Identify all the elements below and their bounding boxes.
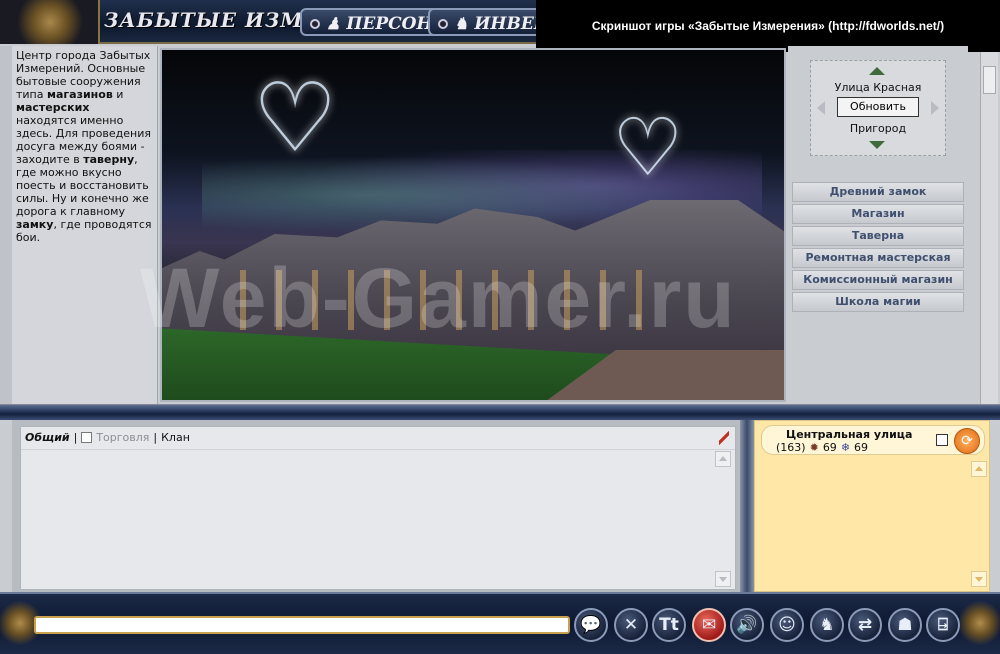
chat-window: Общий | Торговля | Клан <box>20 426 736 590</box>
players-scrollbar[interactable] <box>971 461 987 587</box>
panel-divider[interactable] <box>0 404 1000 420</box>
chat-tabs: Общий | Торговля | Клан <box>25 431 190 444</box>
radio-icon <box>438 18 448 29</box>
arrow-right-icon[interactable] <box>931 101 939 115</box>
castle-windows <box>222 270 662 330</box>
close-icon[interactable]: ✕ <box>614 608 648 642</box>
radio-icon <box>310 18 320 29</box>
chat-header-line <box>21 449 735 450</box>
street-compass: Улица Красная Обновить Пригород <box>810 60 946 156</box>
tab-separator: | <box>73 431 78 444</box>
location-magic-school[interactable]: Школа магии <box>792 292 964 312</box>
scroll-up-button[interactable] <box>715 451 731 467</box>
players-filter-checkbox[interactable] <box>936 434 948 446</box>
clear-chat-brush-icon[interactable] <box>719 431 729 445</box>
transfer-icon[interactable]: ⇄ <box>848 608 882 642</box>
players-stats: (163) ✹ 69 ❄ 69 <box>776 441 868 454</box>
location-commission-shop[interactable]: Комиссионный магазин <box>792 270 964 290</box>
bag-icon: ♞ <box>454 14 469 33</box>
text-format-icon[interactable]: Tt <box>652 608 686 642</box>
south-street-label[interactable]: Пригород <box>811 122 945 135</box>
chat-tab-trade[interactable]: Торговля <box>96 431 149 444</box>
screenshot-caption: Скриншот игры «Забытые Измерения» (http:… <box>536 0 1000 52</box>
location-scene: ♡ ♡ <box>160 48 786 402</box>
location-tavern[interactable]: Таверна <box>792 226 964 246</box>
players-location-title: Центральная улица <box>786 428 913 441</box>
location-repair-workshop[interactable]: Ремонтная мастерская <box>792 248 964 268</box>
star-heart-icon: ♡ <box>252 62 339 174</box>
refresh-players-icon[interactable]: ⟳ <box>954 428 980 454</box>
page-scrollbar[interactable] <box>980 52 998 404</box>
desc-text: и <box>112 88 124 101</box>
speech-bubble-icon[interactable]: 💬 <box>574 608 608 642</box>
players-count: (163) <box>776 441 806 454</box>
left-strip <box>0 46 12 404</box>
scroll-down-button[interactable] <box>715 571 731 587</box>
arrow-down-icon[interactable] <box>869 141 885 149</box>
navigation-panel: Улица Красная Обновить Пригород Древний … <box>788 46 968 404</box>
chat-players-separator[interactable] <box>740 420 754 592</box>
sound-icon[interactable]: 🔊 <box>730 608 764 642</box>
chat-message-input[interactable] <box>34 616 570 634</box>
chat-tab-clan[interactable]: Клан <box>161 431 190 444</box>
bottom-toolbar: 💬 ✕ Tt ✉ 🔊 ☺ ♞ ⇄ ☗ ⍈ <box>0 592 1000 654</box>
location-shop[interactable]: Магазин <box>792 204 964 224</box>
chat-tab-general[interactable]: Общий <box>25 431 70 444</box>
scrollbar-thumb[interactable] <box>983 66 996 94</box>
scroll-down-button[interactable] <box>971 571 987 587</box>
stat-2-value: 69 <box>854 441 869 454</box>
trade-checkbox[interactable] <box>81 432 93 443</box>
user-icon[interactable]: ☗ <box>888 608 922 642</box>
scroll-up-button[interactable] <box>971 461 987 477</box>
link-tavern[interactable]: таверну <box>83 153 134 166</box>
smiley-icon[interactable]: ☺ <box>770 608 804 642</box>
ornament-icon <box>960 598 1000 648</box>
link-workshops[interactable]: мастерских <box>16 101 89 114</box>
chat-scrollbar[interactable] <box>715 451 731 587</box>
players-header: Центральная улица (163) ✹ 69 ❄ 69 ⟳ <box>761 425 985 455</box>
link-shops[interactable]: магазинов <box>47 88 113 101</box>
players-panel: Центральная улица (163) ✹ 69 ❄ 69 ⟳ <box>754 420 990 592</box>
bag-icon[interactable]: ♞ <box>810 608 844 642</box>
stat-1-value: 69 <box>822 441 837 454</box>
location-ancient-castle[interactable]: Древний замок <box>792 182 964 202</box>
arrow-left-icon[interactable] <box>817 101 825 115</box>
north-street-label[interactable]: Улица Красная <box>811 81 945 94</box>
person-icon: ♟ <box>326 14 341 33</box>
link-castle[interactable]: замку <box>16 218 53 231</box>
mail-icon[interactable]: ✉ <box>692 608 726 642</box>
location-list: Древний замок Магазин Таверна Ремонтная … <box>792 182 964 314</box>
tab-separator: | <box>153 431 158 444</box>
refresh-button[interactable]: Обновить <box>837 97 919 117</box>
arrow-up-icon[interactable] <box>869 67 885 75</box>
chat-panel: Общий | Торговля | Клан <box>12 420 740 592</box>
location-description: Центр города Забытых Измерений. Основные… <box>12 46 158 404</box>
exit-icon[interactable]: ⍈ <box>926 608 960 642</box>
star-heart-icon: ♡ <box>612 101 684 194</box>
gem-icon: ✹ <box>809 441 819 454</box>
snowflake-icon: ❄ <box>840 441 851 454</box>
logo-ornament-icon <box>0 0 100 44</box>
